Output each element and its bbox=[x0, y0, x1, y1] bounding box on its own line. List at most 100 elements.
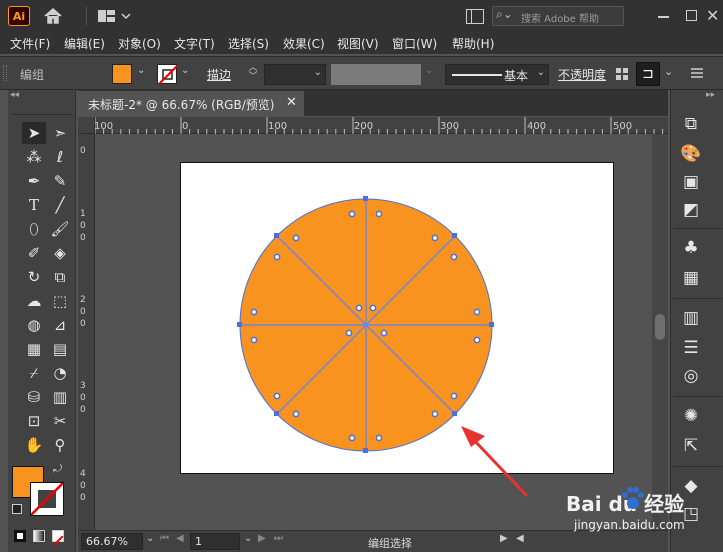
ruler-v-label: 1 0 0 bbox=[80, 209, 86, 243]
swatches-panel-icon[interactable]: ▦ bbox=[676, 264, 706, 292]
control-panel-menu-icon[interactable] bbox=[690, 66, 704, 80]
zoom-chevron-icon[interactable]: ⌄ bbox=[146, 533, 154, 544]
scroll-thumb[interactable] bbox=[655, 314, 665, 340]
rotate-tool-icon[interactable]: ↻ bbox=[22, 266, 46, 288]
stroke-stepper-icon[interactable]: ︿ ﹀ bbox=[247, 64, 259, 84]
minimize-icon[interactable] bbox=[658, 16, 669, 18]
appearance-panel-icon[interactable]: ✺ bbox=[676, 402, 706, 430]
home-icon[interactable] bbox=[42, 6, 64, 26]
fill-dropdown-chevron-icon[interactable]: ⌄ bbox=[137, 65, 145, 76]
pen-tool-icon[interactable]: ✒ bbox=[22, 170, 46, 192]
menu-help[interactable]: 帮助(H) bbox=[452, 35, 494, 52]
export-panel-icon[interactable]: ⇱ bbox=[676, 432, 706, 460]
search-field[interactable]: ⌕⌄ 搜索 Adobe 帮助 bbox=[492, 6, 624, 26]
ruler-h-label: 400 bbox=[527, 121, 547, 132]
shaper-tool-icon[interactable]: ✐ bbox=[22, 242, 46, 264]
control-bar: 编组 ⌄ ⌄ 描边 ︿ ﹀ ⌄ ⌄ 基本 ⌄ 不透明度 ⊐ ⌄ bbox=[0, 56, 723, 90]
variable-width-profile[interactable] bbox=[331, 64, 421, 85]
ruler-origin[interactable] bbox=[78, 117, 95, 134]
stroke-panel-icon[interactable]: ☰ bbox=[676, 334, 706, 362]
menu-select[interactable]: 选择(S) bbox=[228, 35, 269, 52]
paw-logo-icon bbox=[620, 486, 646, 512]
color-panel-icon[interactable]: 🎨 bbox=[676, 140, 706, 168]
slice-tool-icon[interactable]: ✂ bbox=[48, 410, 72, 432]
last-artboard-icon[interactable]: ⏭ bbox=[274, 533, 283, 544]
artboard-tool-icon[interactable]: ⊡ bbox=[22, 410, 46, 432]
stroke-weight-input[interactable]: ⌄ bbox=[264, 64, 326, 85]
ellipse-tool-icon[interactable]: ⬯ bbox=[22, 218, 46, 240]
stroke-swatch[interactable] bbox=[30, 482, 64, 516]
app-logo: Ai bbox=[8, 6, 30, 26]
artboard-number-field[interactable]: 1 bbox=[190, 533, 240, 550]
blend-tool-icon[interactable]: ◔ bbox=[48, 362, 72, 384]
stroke-weight-chevron-icon: ⌄ bbox=[313, 67, 322, 78]
next-artboard-icon[interactable]: ▶ bbox=[258, 533, 266, 544]
menu-type[interactable]: 文字(T) bbox=[174, 35, 215, 52]
menu-file[interactable]: 文件(F) bbox=[10, 35, 50, 52]
collapse-toolbox-icon[interactable]: ◂◂ bbox=[10, 90, 19, 100]
stroke-color-swatch[interactable] bbox=[157, 64, 178, 85]
prev-artboard-icon[interactable]: ◀ bbox=[176, 533, 184, 544]
menu-view[interactable]: 视图(V) bbox=[337, 35, 379, 52]
menu-effect[interactable]: 效果(C) bbox=[283, 35, 325, 52]
hand-tool-icon[interactable]: ✋ bbox=[22, 434, 46, 456]
transparency-panel-icon[interactable]: ◎ bbox=[676, 362, 706, 390]
perspective-grid-tool-icon[interactable]: ⊿ bbox=[48, 314, 72, 336]
zoom-level-field[interactable]: 66.67% bbox=[81, 533, 143, 550]
first-artboard-icon[interactable]: ⏮ bbox=[160, 533, 169, 544]
menu-window[interactable]: 窗口(W) bbox=[392, 35, 437, 52]
swap-fill-stroke-icon[interactable]: ⤾ bbox=[53, 462, 62, 476]
brush-definition-select[interactable]: 基本 ⌄ bbox=[445, 64, 549, 85]
warp-tool-icon[interactable]: ☁ bbox=[22, 290, 46, 312]
zoom-tool-icon[interactable]: ⚲ bbox=[48, 434, 72, 456]
layers-panel-icon[interactable]: ⧉ bbox=[676, 110, 706, 138]
artboards-panel-icon[interactable]: ▣ bbox=[676, 168, 706, 196]
close-tab-icon[interactable]: ✕ bbox=[286, 95, 297, 110]
type-tool-icon[interactable]: T bbox=[22, 194, 46, 216]
selection-tool-icon[interactable]: ➤ bbox=[22, 122, 46, 144]
symbol-sprayer-tool-icon[interactable]: ⛁ bbox=[22, 386, 46, 408]
panel-divider bbox=[673, 466, 722, 467]
profile-chevron-icon[interactable]: ⌄ bbox=[425, 65, 433, 76]
menu-edit[interactable]: 编辑(E) bbox=[64, 35, 105, 52]
hscroll-left-icon[interactable]: ◀ bbox=[516, 533, 524, 544]
gradient-mode-icon[interactable] bbox=[33, 530, 45, 542]
gradient-panel-icon[interactable]: ▥ bbox=[676, 304, 706, 332]
menu-object[interactable]: 对象(O) bbox=[118, 35, 161, 52]
direct-selection-tool-icon[interactable]: ➣ bbox=[48, 122, 72, 144]
color-mode-icon[interactable] bbox=[14, 530, 26, 542]
stroke-dropdown-chevron-icon[interactable]: ⌄ bbox=[181, 65, 189, 76]
lasso-tool-icon[interactable]: ℓ bbox=[48, 146, 72, 168]
eyedropper-tool-icon[interactable]: ⌿ bbox=[22, 362, 46, 384]
gradient-tool-icon[interactable]: ▤ bbox=[48, 338, 72, 360]
align-grid-icon[interactable] bbox=[615, 67, 629, 81]
none-mode-icon[interactable] bbox=[52, 530, 64, 547]
paintbrush-tool-icon[interactable]: 🖌 bbox=[48, 218, 72, 240]
maximize-icon[interactable] bbox=[686, 10, 697, 21]
collapse-panels-icon[interactable]: ▸▸ bbox=[706, 90, 715, 100]
grip-handle[interactable] bbox=[3, 65, 7, 81]
column-graph-tool-icon[interactable]: ▥ bbox=[48, 386, 72, 408]
free-transform-tool-icon[interactable]: ⬚ bbox=[48, 290, 72, 312]
curvature-tool-icon[interactable]: ✎ bbox=[48, 170, 72, 192]
artboard-chevron-icon[interactable]: ⌄ bbox=[244, 533, 252, 544]
fill-color-swatch[interactable] bbox=[112, 64, 132, 84]
mesh-tool-icon[interactable]: ▦ bbox=[22, 338, 46, 360]
workspace-layout-icon[interactable] bbox=[97, 8, 133, 24]
stroke-label[interactable]: 描边 bbox=[207, 66, 231, 83]
opacity-label[interactable]: 不透明度 bbox=[558, 66, 606, 83]
eraser-tool-icon[interactable]: ◈ bbox=[48, 242, 72, 264]
color-guide-panel-icon[interactable]: ◩ bbox=[676, 196, 706, 224]
isolate-group-icon[interactable]: ⊐ bbox=[636, 62, 660, 86]
close-icon[interactable]: ✕ bbox=[706, 6, 720, 25]
symbols-panel-icon[interactable]: ♣ bbox=[676, 234, 706, 262]
line-segment-tool-icon[interactable]: ╱ bbox=[48, 194, 72, 216]
arrange-panel-icon[interactable] bbox=[466, 9, 484, 24]
scale-tool-icon[interactable]: ⧉ bbox=[48, 266, 72, 288]
control-overflow-chevron-icon[interactable]: ⌄ bbox=[664, 65, 673, 78]
shape-builder-tool-icon[interactable]: ◍ bbox=[22, 314, 46, 336]
default-colors-icon[interactable] bbox=[12, 504, 22, 514]
status-menu-icon[interactable]: ▶ bbox=[500, 533, 508, 544]
magic-wand-tool-icon[interactable]: ⁂ bbox=[22, 146, 46, 168]
document-tab[interactable]: 未标题-2* @ 66.67% (RGB/预览) ✕ bbox=[78, 91, 304, 116]
